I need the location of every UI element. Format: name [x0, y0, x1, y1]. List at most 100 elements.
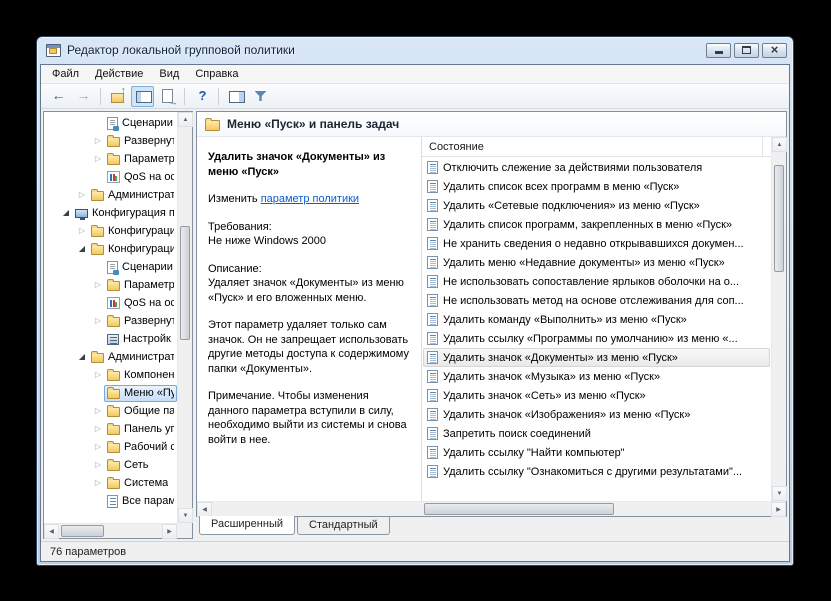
scrollbar-track[interactable]: [772, 152, 786, 486]
export-list-button[interactable]: [156, 86, 179, 107]
tree-item[interactable]: QoS на ос: [44, 168, 177, 186]
tree-item-content[interactable]: Администрат: [88, 349, 177, 366]
tree-item[interactable]: ▷ Параметр: [44, 150, 177, 168]
show-console-tree-button[interactable]: [131, 85, 154, 107]
tree-item-content[interactable]: Параметр: [104, 151, 177, 168]
policy-list-item[interactable]: Удалить ссылку "Ознакомиться с другими р…: [423, 462, 770, 481]
policy-list-item[interactable]: Удалить команду «Выполнить» из меню «Пус…: [423, 310, 770, 329]
tree-item-content[interactable]: Развернут: [104, 313, 177, 330]
scrollbar-track[interactable]: [59, 524, 162, 538]
tree-item-selected[interactable]: Меню «Пу: [104, 384, 177, 402]
tree-horizontal-scrollbar[interactable]: ◀ ▶: [44, 523, 177, 539]
tree-item[interactable]: ▷ Администрат: [44, 186, 177, 204]
policy-list-item[interactable]: Удалить значок «Сеть» из меню «Пуск»: [423, 386, 770, 405]
forward-button[interactable]: [72, 86, 95, 107]
menu-item[interactable]: Действие: [87, 66, 151, 82]
scroll-left-button[interactable]: ◀: [197, 502, 212, 517]
tree-item-content[interactable]: Сеть: [104, 457, 177, 474]
tree-item[interactable]: Настройк: [44, 330, 177, 348]
expand-arrow-icon[interactable]: ▷: [76, 186, 88, 204]
tree-item[interactable]: Сценарии: [44, 258, 177, 276]
scrollbar-thumb[interactable]: [180, 226, 190, 341]
tree-item-content[interactable]: Панель уп: [104, 421, 177, 438]
tree-item[interactable]: Сценарии: [44, 114, 177, 132]
tree-item-content[interactable]: Конфигураци: [88, 223, 177, 240]
title-bar[interactable]: Редактор локальной групповой политики ×: [37, 37, 793, 63]
tree-item[interactable]: ◢ Конфигураци: [44, 240, 177, 258]
policy-list-item[interactable]: Удалить значок «Изображения» из меню «Пу…: [423, 405, 770, 424]
menu-item[interactable]: Файл: [44, 66, 87, 82]
policy-list-item[interactable]: Удалить список программ, закрепленных в …: [423, 215, 770, 234]
policy-list-item[interactable]: Удалить значок «Документы» из меню «Пуск…: [423, 348, 770, 367]
expand-arrow-icon[interactable]: ▷: [92, 474, 104, 492]
policy-list-item[interactable]: Удалить список всех программ в меню «Пус…: [423, 177, 770, 196]
expand-arrow-icon[interactable]: ▷: [76, 222, 88, 240]
tree-item-content[interactable]: Конфигурация п: [72, 205, 177, 222]
collapse-arrow-icon[interactable]: ◢: [76, 240, 88, 258]
tree-item[interactable]: ▷ Развернут: [44, 132, 177, 150]
policy-list-item[interactable]: Удалить «Сетевые подключения» из меню «П…: [423, 196, 770, 215]
tree-item-content[interactable]: Рабочий ст: [104, 439, 177, 456]
collapse-arrow-icon[interactable]: ◢: [60, 204, 72, 222]
expand-arrow-icon[interactable]: ▷: [92, 150, 104, 168]
menu-item[interactable]: Вид: [151, 66, 187, 82]
policy-list-item[interactable]: Запретить поиск соединений: [423, 424, 770, 443]
policy-list-item[interactable]: Не использовать метод на основе отслежив…: [423, 291, 770, 310]
help-button[interactable]: [190, 86, 213, 107]
expand-arrow-icon[interactable]: ▷: [92, 456, 104, 474]
expand-arrow-icon[interactable]: ▷: [92, 366, 104, 384]
results-horizontal-scrollbar[interactable]: ◀ ▶: [197, 501, 786, 517]
scroll-left-button[interactable]: ◀: [44, 524, 59, 539]
scroll-down-button[interactable]: ▼: [772, 486, 787, 501]
scroll-up-button[interactable]: ▲: [178, 112, 193, 127]
tree-item[interactable]: ▷ Параметр: [44, 276, 177, 294]
expand-arrow-icon[interactable]: ▷: [92, 132, 104, 150]
close-button[interactable]: ×: [762, 42, 787, 58]
tree-item[interactable]: ▷ Конфигураци: [44, 222, 177, 240]
tab-standard[interactable]: Стандартный: [297, 517, 390, 535]
expand-arrow-icon[interactable]: ▷: [92, 438, 104, 456]
tree-item-content[interactable]: Конфигураци: [88, 241, 177, 258]
tree-item[interactable]: ◢ Конфигурация п: [44, 204, 177, 222]
up-level-button[interactable]: [106, 85, 129, 107]
minimize-button[interactable]: [706, 42, 731, 58]
policy-list-item[interactable]: Не использовать сопоставление ярлыков об…: [423, 272, 770, 291]
tree-item[interactable]: ◢ Администрат: [44, 348, 177, 366]
menu-item[interactable]: Справка: [187, 66, 246, 82]
tree-item-content[interactable]: Настройк: [104, 331, 177, 348]
collapse-arrow-icon[interactable]: ◢: [76, 348, 88, 366]
back-button[interactable]: [47, 86, 70, 107]
tree-vertical-scrollbar[interactable]: ▲ ▼: [177, 112, 193, 523]
tree-item[interactable]: Все парам: [44, 492, 177, 510]
expand-arrow-icon[interactable]: ▷: [92, 276, 104, 294]
expand-arrow-icon[interactable]: ▷: [92, 402, 104, 420]
column-header-state[interactable]: Состояние: [422, 137, 763, 156]
tree-item-content[interactable]: Все парам: [104, 493, 177, 510]
policy-list-item[interactable]: Удалить значок «Музыка» из меню «Пуск»: [423, 367, 770, 386]
scroll-up-button[interactable]: ▲: [772, 137, 787, 152]
scrollbar-track[interactable]: [212, 502, 771, 516]
scroll-down-button[interactable]: ▼: [178, 508, 193, 523]
scroll-right-button[interactable]: ▶: [162, 524, 177, 539]
tree-item-content[interactable]: Параметр: [104, 277, 177, 294]
tree-item-content[interactable]: Система: [104, 475, 177, 492]
policy-list-item[interactable]: Удалить меню «Недавние документы» из мен…: [423, 253, 770, 272]
tree-item-content[interactable]: Развернут: [104, 133, 177, 150]
show-action-pane-button[interactable]: [224, 86, 247, 107]
tree-item-content[interactable]: Сценарии: [104, 259, 177, 276]
tree-item[interactable]: ▷ Компонент: [44, 366, 177, 384]
tree-item-content[interactable]: Администрат: [88, 187, 177, 204]
policy-list-item[interactable]: Удалить ссылку "Найти компьютер": [423, 443, 770, 462]
tree-item-content[interactable]: Общие па: [104, 403, 177, 420]
maximize-button[interactable]: [734, 42, 759, 58]
tree-item[interactable]: ▷ Развернут: [44, 312, 177, 330]
tree-item-content[interactable]: Сценарии: [104, 115, 177, 132]
policy-list-item[interactable]: Не хранить сведения о недавно открывавши…: [423, 234, 770, 253]
expand-arrow-icon[interactable]: ▷: [92, 420, 104, 438]
tree-item-content[interactable]: QoS на ос: [104, 169, 177, 186]
tree-item-content[interactable]: QoS на ос: [104, 295, 177, 312]
list-vertical-scrollbar[interactable]: ▲ ▼: [771, 137, 787, 501]
tree-item[interactable]: Меню «Пу: [44, 384, 177, 402]
tree-item[interactable]: ▷ Панель уп: [44, 420, 177, 438]
scrollbar-track[interactable]: [178, 127, 192, 508]
